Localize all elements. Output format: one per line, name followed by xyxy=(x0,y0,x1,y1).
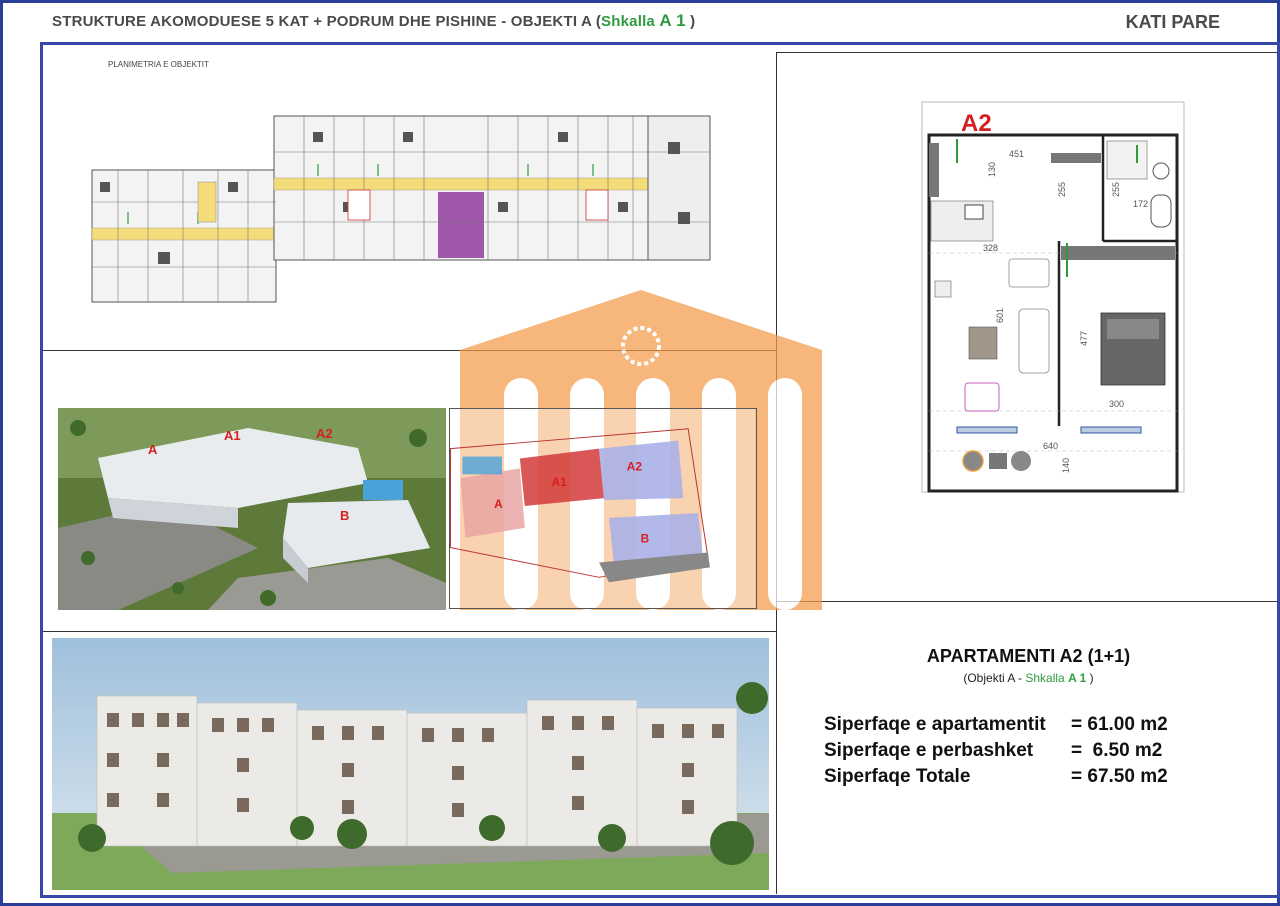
dimension: 255 xyxy=(1111,182,1121,197)
dimension: 255 xyxy=(1057,182,1067,197)
aerial-render-image[interactable]: A A1 A2 B xyxy=(58,408,446,610)
site-map-label: A2 xyxy=(627,459,643,473)
site-map-label: B xyxy=(641,532,650,546)
area-row: Siperfaqe e perbashket = 6.50 m2 xyxy=(824,740,1163,761)
unit-plan-drawing[interactable]: A2 451 130 255 255 172 328 601 477 300 6… xyxy=(921,101,1185,493)
dimension: 172 xyxy=(1133,199,1148,209)
divider xyxy=(43,631,776,632)
dimension: 130 xyxy=(987,162,997,177)
area-row: Siperfaqe Totale = 67.50 m2 xyxy=(824,766,1168,787)
site-map-label: A xyxy=(494,497,503,511)
divider xyxy=(776,601,1277,602)
aerial-label: A xyxy=(148,442,158,457)
floor-label: KATI PARE xyxy=(1125,12,1220,32)
aerial-label: B xyxy=(340,508,349,523)
dimension: 601 xyxy=(995,308,1005,323)
site-plan-label: PLANIMETRIA E OBJEKTIT xyxy=(108,60,209,69)
area-row: Siperfaqe e apartamentit = 61.00 m2 xyxy=(824,714,1168,735)
apartment-subtitle: (Objekti A - Shkalla A 1 ) xyxy=(963,671,1094,685)
street-render-image[interactable] xyxy=(52,638,769,890)
dimension: 451 xyxy=(1009,149,1024,159)
aerial-label: A2 xyxy=(316,426,333,441)
dimension: 477 xyxy=(1079,331,1089,346)
divider xyxy=(776,52,1277,53)
dimension: 140 xyxy=(1061,458,1071,473)
dimension: 640 xyxy=(1043,441,1058,451)
apartment-title: APARTAMENTI A2 (1+1) xyxy=(926,646,1131,666)
dimension: 300 xyxy=(1109,399,1124,409)
page-title: STRUKTURE AKOMODUESE 5 KAT + PODRUM DHE … xyxy=(52,11,696,30)
floor-plan-drawing[interactable] xyxy=(88,112,718,308)
site-map-label: A1 xyxy=(552,475,568,489)
unit-tag: A2 xyxy=(961,110,992,137)
dimension: 328 xyxy=(983,243,998,253)
aerial-label: A1 xyxy=(224,428,241,443)
site-map-image[interactable]: A A1 A2 B xyxy=(449,408,757,609)
